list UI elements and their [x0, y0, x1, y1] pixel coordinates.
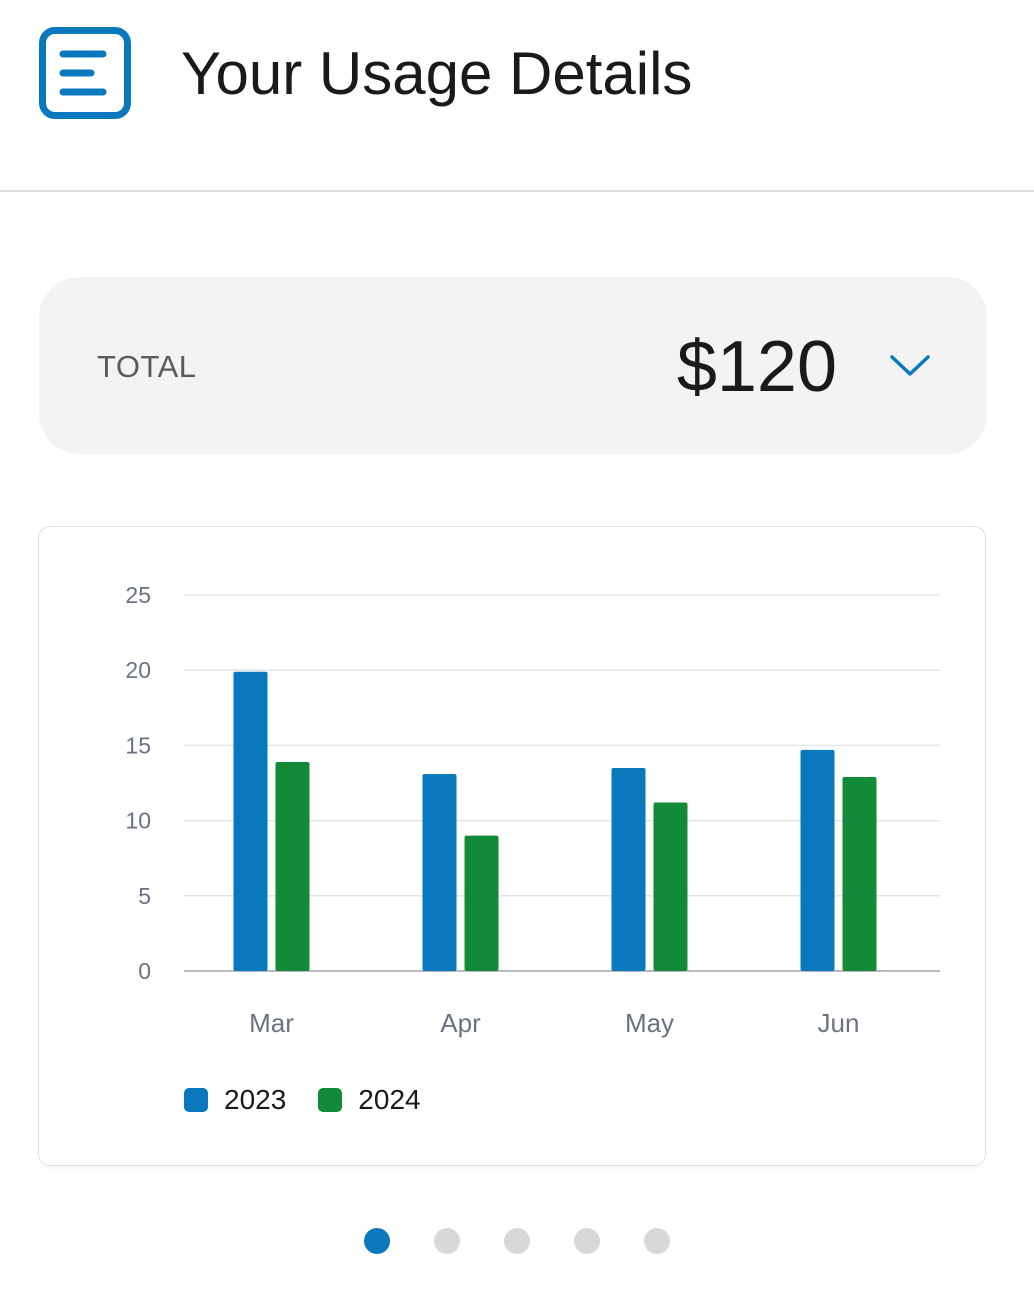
total-label: TOTAL: [97, 349, 197, 384]
x-tick-label: Mar: [249, 1008, 294, 1038]
bar-2023-jun: [800, 749, 835, 971]
bar-2023-mar: [233, 671, 268, 971]
legend-item-2024: 2024: [318, 1084, 421, 1116]
bar-2024-jun: [842, 776, 877, 971]
page-title: Your Usage Details: [181, 40, 693, 107]
y-tick-label: 10: [125, 808, 151, 834]
y-tick-label: 25: [125, 582, 151, 608]
bar-2023-may: [611, 767, 646, 971]
chevron-down-icon[interactable]: [889, 353, 931, 379]
page-dot-2[interactable]: [434, 1228, 460, 1254]
bar-2023-apr: [422, 773, 457, 971]
usage-bar-chart: 0 5 10 15 20 25 Mar Apr May Jun: [125, 582, 940, 1038]
x-tick-label: May: [625, 1008, 674, 1038]
bar-2024-may: [653, 802, 688, 971]
y-tick-label: 0: [138, 958, 151, 984]
legend-swatch: [318, 1088, 343, 1112]
page-dot-1[interactable]: [364, 1228, 390, 1254]
bar-2024-mar: [275, 761, 310, 971]
menu-button[interactable]: [39, 27, 131, 119]
chart-legend: 2023 2024: [184, 1080, 453, 1120]
app-header: Your Usage Details: [0, 0, 1034, 192]
legend-label: 2024: [358, 1084, 421, 1115]
y-tick-label: 5: [138, 883, 151, 909]
bar-2024-apr: [464, 835, 499, 971]
usage-chart-card: 0 5 10 15 20 25 Mar Apr May Jun 2023 2024: [38, 526, 986, 1166]
pagination-dots: [0, 1228, 1034, 1254]
x-tick-label: Apr: [440, 1008, 481, 1038]
total-value: $120: [676, 327, 837, 407]
page-dot-5[interactable]: [644, 1228, 670, 1254]
legend-item-2023: 2023: [184, 1084, 286, 1116]
legend-swatch: [184, 1088, 208, 1112]
menu-icon: [59, 50, 107, 96]
legend-label: 2023: [224, 1084, 287, 1115]
y-tick-label: 15: [125, 732, 151, 758]
page-dot-4[interactable]: [574, 1228, 600, 1254]
x-tick-label: Jun: [818, 1008, 860, 1038]
y-tick-label: 20: [125, 657, 151, 683]
total-summary-card[interactable]: TOTAL $120: [39, 277, 987, 454]
page-dot-3[interactable]: [504, 1228, 530, 1254]
